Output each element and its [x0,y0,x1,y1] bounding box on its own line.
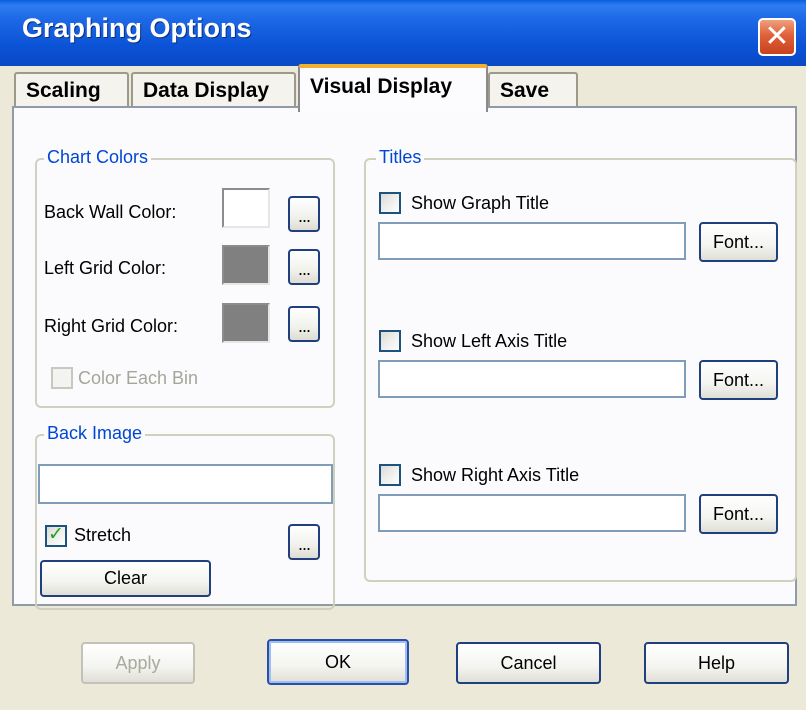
tab-data-display[interactable]: Data Display [131,72,296,108]
checkmark-icon: ✓ [48,524,64,545]
visual-display-panel: Chart Colors Back Wall Color: ... Left G… [12,106,797,610]
close-icon: ✕ [764,20,790,53]
right-axis-title-font-label: Font... [712,504,765,524]
tab-scaling-label: Scaling [26,79,101,102]
back-wall-color-label: Back Wall Color: [44,202,177,222]
title-bar[interactable]: Graphing Options ✕ [0,0,806,66]
stretch-label: Stretch [74,525,132,545]
tab-save-label: Save [500,79,550,102]
graphing-options-dialog: Graphing Options ✕ Scaling Data Display … [0,0,806,710]
ok-button[interactable]: OK [267,639,409,685]
left-axis-title-font-button[interactable]: Font... [699,360,778,400]
right-axis-title-font-button[interactable]: Font... [699,494,778,534]
apply-button-label: Apply [115,653,161,673]
show-graph-title-label: Show Graph Title [411,193,550,213]
titles-legend: Titles [376,146,425,168]
color-each-bin-checkbox[interactable] [51,367,73,389]
graph-title-font-button[interactable]: Font... [699,222,778,262]
chart-colors-legend: Chart Colors [44,146,152,168]
back-image-path-input[interactable] [38,464,333,504]
help-button-label: Help [697,653,736,673]
show-left-axis-title-checkbox[interactable] [379,330,401,352]
left-grid-color-swatch [222,245,270,285]
clear-button-label: Clear [103,568,147,588]
tab-data-display-label: Data Display [143,79,270,102]
ok-button-label: OK [324,652,351,672]
clear-button[interactable]: Clear [40,560,211,597]
back-wall-color-browse-button[interactable]: ... [288,196,320,232]
stretch-checkbox[interactable]: ✓ [45,524,67,547]
right-grid-color-label: Right Grid Color: [44,316,179,336]
right-axis-title-input[interactable] [378,494,686,532]
graph-title-input[interactable] [378,222,686,260]
show-right-axis-title-label: Show Right Axis Title [411,465,580,485]
cancel-button-label: Cancel [500,653,557,673]
color-each-bin-label: Color Each Bin [78,368,199,388]
back-image-browse-button[interactable]: ... [288,524,320,560]
right-grid-color-browse-button[interactable]: ... [288,306,320,342]
tab-save[interactable]: Save [488,72,578,108]
left-grid-color-browse-button[interactable]: ... [288,249,320,285]
show-graph-title-checkbox[interactable] [379,192,401,214]
left-axis-title-input[interactable] [378,360,686,398]
help-button[interactable]: Help [644,642,789,684]
apply-button[interactable]: Apply [81,642,195,684]
left-axis-title-font-label: Font... [712,370,765,390]
close-button[interactable]: ✕ [758,18,796,56]
right-grid-color-swatch [222,303,270,343]
tab-visual-display-label: Visual Display [310,75,453,98]
tab-visual-display[interactable]: Visual Display [298,64,488,112]
tab-scaling[interactable]: Scaling [14,72,129,108]
back-image-legend: Back Image [44,422,146,444]
left-grid-color-label: Left Grid Color: [44,258,167,278]
show-right-axis-title-checkbox[interactable] [379,464,401,486]
show-left-axis-title-label: Show Left Axis Title [411,331,568,351]
window-title: Graphing Options [22,13,252,43]
back-wall-color-swatch [222,188,270,228]
cancel-button[interactable]: Cancel [456,642,601,684]
graph-title-font-label: Font... [712,232,765,252]
